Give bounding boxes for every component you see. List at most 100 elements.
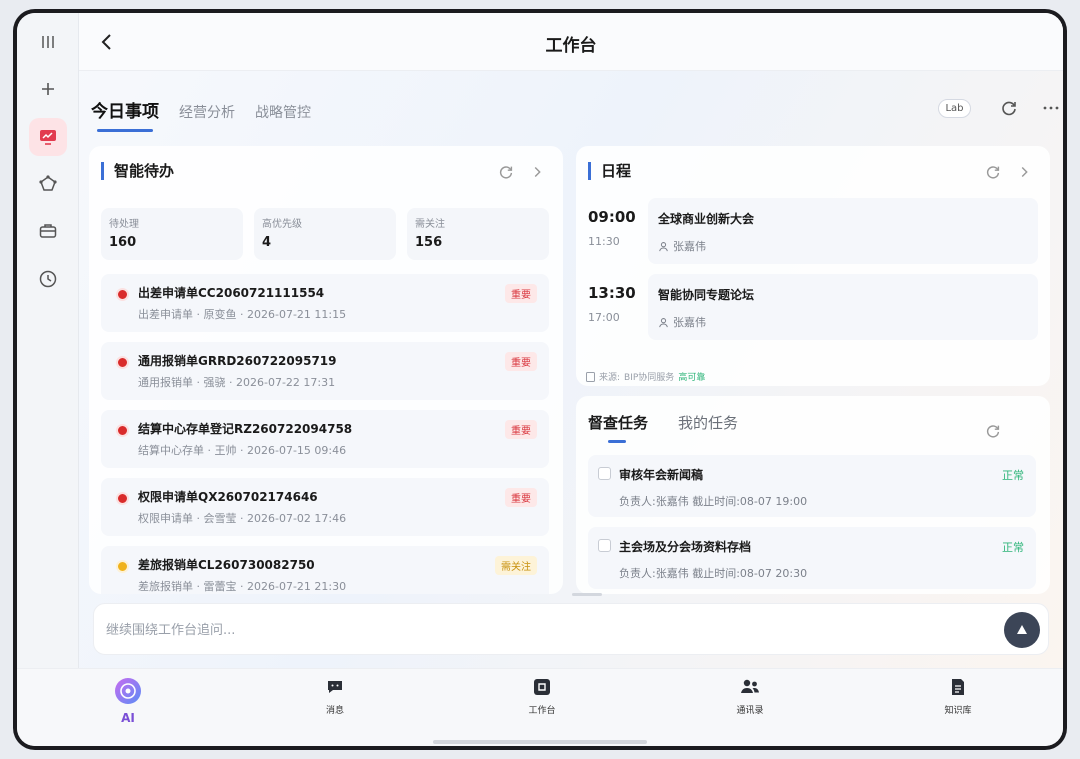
priority-badge: 重要 <box>505 420 537 439</box>
stat-attention[interactable]: 需关注 156 <box>407 208 549 260</box>
home-indicator[interactable] <box>433 740 647 744</box>
refresh-icon[interactable] <box>984 422 1002 440</box>
task-card: 督查任务 我的任务 审核年会新闻稿 负责人:张嘉伟 截止时间:08-07 19:… <box>576 396 1050 594</box>
event-name: 全球商业创新大会 <box>658 212 755 226</box>
event-start: 09:00 <box>588 208 636 226</box>
rail-history-button[interactable] <box>29 260 67 298</box>
event-end: 17:00 <box>588 311 620 324</box>
menu-lines-icon <box>42 36 54 48</box>
ask-input[interactable] <box>106 618 966 642</box>
chevron-right-icon[interactable] <box>1015 163 1033 181</box>
knowledge-icon <box>952 679 964 695</box>
tab-today[interactable]: 今日事项 <box>91 97 159 132</box>
nav-ai[interactable]: AI <box>88 677 168 727</box>
person-icon <box>659 317 668 327</box>
task-tabs: 督查任务 我的任务 <box>588 412 738 443</box>
briefcase-icon <box>39 224 57 238</box>
arrow-up-icon <box>1017 625 1027 634</box>
priority-dot <box>116 356 129 369</box>
rail-workbench-button[interactable] <box>29 118 67 156</box>
task-checkbox[interactable] <box>598 467 611 480</box>
schedule-event[interactable]: 13:30 17:00 智能协同专题论坛 张嘉伟 <box>588 274 1038 340</box>
priority-badge: 重要 <box>505 488 537 507</box>
nav-contacts[interactable]: 通讯录 <box>710 677 790 727</box>
priority-badge: 重要 <box>505 352 537 371</box>
nav-label: 通讯录 <box>736 706 764 716</box>
task-name: 主会场及分会场资料存档 <box>619 540 752 554</box>
todo-item[interactable]: 差旅报销单CL260730082750 差旅报销单 · 雷蕾宝 · 2026-0… <box>101 546 549 594</box>
contacts-icon <box>741 679 759 693</box>
nav-label: AI <box>121 711 135 725</box>
nav-label: 知识库 <box>944 706 972 716</box>
task-item[interactable]: 主会场及分会场资料存档 负责人:张嘉伟 截止时间:08-07 20:30 正常 <box>588 527 1036 589</box>
schedule-card: 日程 09:00 11:30 全球商业创新大会 张嘉伟 13:30 17:00 <box>576 146 1050 386</box>
todo-item[interactable]: 权限申请单QX260702174646 权限申请单 · 会雪莹 · 2026-0… <box>101 478 549 536</box>
source-line: 来源: BIP协同服务 高可靠 <box>586 370 705 383</box>
stat-pending[interactable]: 待处理 160 <box>101 208 243 260</box>
event-end: 11:30 <box>588 235 620 248</box>
lab-badge[interactable]: Lab <box>938 99 971 118</box>
priority-dot <box>116 424 129 437</box>
todo-item[interactable]: 结算中心存单登记RZ260722094758 结算中心存单 · 王帅 · 202… <box>101 410 549 468</box>
tab-my-tasks[interactable]: 我的任务 <box>678 412 738 443</box>
tab-strategy[interactable]: 战略管控 <box>255 102 311 132</box>
todo-item[interactable]: 出差申请单CC2060721111554 出差申请单 · 原变鱼 · 2026-… <box>101 274 549 332</box>
left-rail <box>17 13 79 668</box>
menu-button[interactable] <box>29 23 67 61</box>
task-checkbox[interactable] <box>598 539 611 552</box>
tab-analysis[interactable]: 经营分析 <box>179 102 235 132</box>
page-title: 工作台 <box>545 36 597 56</box>
drag-handle[interactable] <box>572 593 602 596</box>
event-person-name: 张嘉伟 <box>673 316 706 329</box>
task-meta: 负责人:张嘉伟 截止时间:08-07 20:30 <box>619 567 808 580</box>
network-icon <box>39 175 57 191</box>
schedule-event[interactable]: 09:00 11:30 全球商业创新大会 张嘉伟 <box>588 198 1038 264</box>
stat-label: 高优先级 <box>262 219 302 230</box>
task-meta: 负责人:张嘉伟 截止时间:08-07 19:00 <box>619 495 808 508</box>
todo-name: 结算中心存单登记RZ260722094758 <box>138 422 353 436</box>
clock-icon <box>39 270 57 288</box>
task-status: 正常 <box>1002 541 1024 554</box>
top-header: 工作台 <box>79 13 1063 71</box>
send-button[interactable] <box>1004 612 1040 648</box>
refresh-icon[interactable] <box>984 163 1002 181</box>
screen: 工作台 今日事项 经营分析 战略管控 Lab 智能待办 待处理 160 高优先级… <box>17 13 1063 746</box>
rail-network-button[interactable] <box>29 165 67 203</box>
person-icon <box>659 241 668 251</box>
todo-item[interactable]: 通用报销单GRRD260722095719 通用报销单 · 强骁 · 2026-… <box>101 342 549 400</box>
nav-messages[interactable]: 消息 <box>295 677 375 727</box>
source-name: BIP协同服务 <box>624 373 675 383</box>
nav-knowledge[interactable]: 知识库 <box>918 677 998 727</box>
stat-high-priority[interactable]: 高优先级 4 <box>254 208 396 260</box>
refresh-icon[interactable] <box>999 98 1019 118</box>
new-button[interactable] <box>29 70 67 108</box>
more-icon[interactable] <box>1041 98 1061 118</box>
todo-name: 权限申请单QX260702174646 <box>138 490 318 504</box>
source-label: 来源: <box>599 373 621 383</box>
stat-label: 需关注 <box>415 219 445 230</box>
event-person-name: 张嘉伟 <box>673 240 706 253</box>
tab-supervision[interactable]: 督查任务 <box>588 412 648 443</box>
refresh-icon[interactable] <box>497 163 515 181</box>
chevron-right-icon[interactable] <box>528 163 546 181</box>
stat-label: 待处理 <box>109 219 139 230</box>
ask-bar <box>93 603 1049 655</box>
todo-meta: 权限申请单 · 会雪莹 · 2026-07-02 17:46 <box>138 512 347 525</box>
todo-card-title: 智能待办 <box>101 162 174 180</box>
priority-badge: 需关注 <box>495 556 537 575</box>
event-box: 智能协同专题论坛 张嘉伟 <box>648 274 1038 340</box>
priority-dot <box>116 288 129 301</box>
document-icon <box>586 371 595 382</box>
task-item[interactable]: 审核年会新闻稿 负责人:张嘉伟 截止时间:08-07 19:00 正常 <box>588 455 1036 517</box>
priority-badge: 重要 <box>505 284 537 303</box>
ai-orb-icon <box>115 678 141 704</box>
monitor-chart-icon <box>40 130 56 145</box>
nav-workbench[interactable]: 工作台 <box>502 677 582 727</box>
top-tabs: 今日事项 经营分析 战略管控 <box>91 97 331 132</box>
todo-name: 出差申请单CC2060721111554 <box>138 286 325 300</box>
task-status: 正常 <box>1002 469 1024 482</box>
rail-briefcase-button[interactable] <box>29 212 67 250</box>
plus-icon <box>42 83 54 95</box>
todo-meta: 差旅报销单 · 雷蕾宝 · 2026-07-21 21:30 <box>138 580 347 593</box>
event-person: 张嘉伟 <box>658 238 706 254</box>
